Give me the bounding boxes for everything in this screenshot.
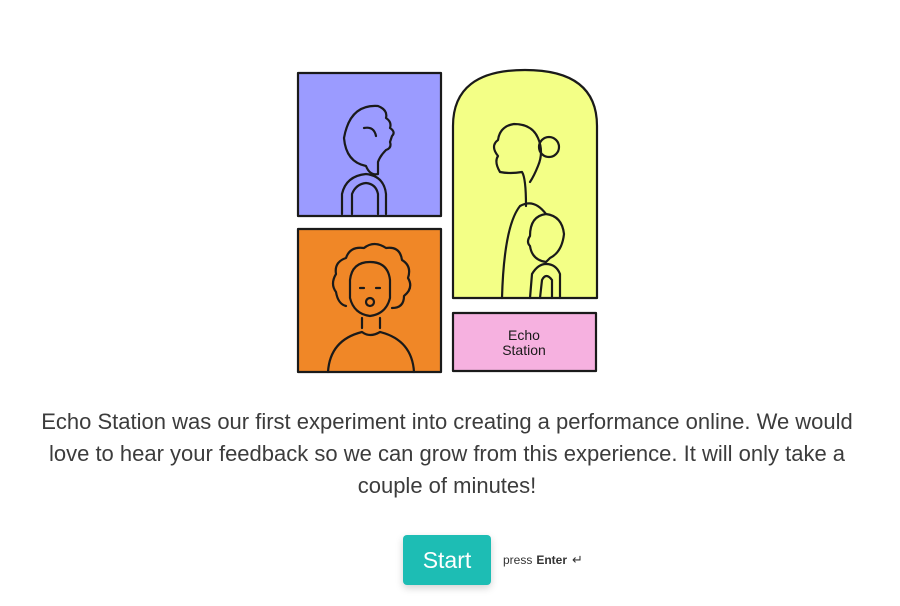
orange-panel xyxy=(296,227,443,374)
welcome-screen: Echo Station Echo Station was our first … xyxy=(0,0,900,606)
start-action-area: Start press Enter ↵ xyxy=(403,535,583,585)
enter-return-icon: ↵ xyxy=(572,552,583,567)
start-button[interactable]: Start xyxy=(403,535,491,585)
logo-text-station: Station xyxy=(502,342,546,358)
logo-text-echo: Echo xyxy=(508,327,540,343)
keyboard-hint: press Enter ↵ xyxy=(503,552,583,568)
intro-text: Echo Station was our first experiment in… xyxy=(41,409,853,498)
echo-station-illustration: Echo Station xyxy=(296,68,599,374)
purple-panel xyxy=(296,71,443,218)
hint-prefix: press xyxy=(503,553,533,567)
hint-enter-key: Enter xyxy=(536,553,568,567)
